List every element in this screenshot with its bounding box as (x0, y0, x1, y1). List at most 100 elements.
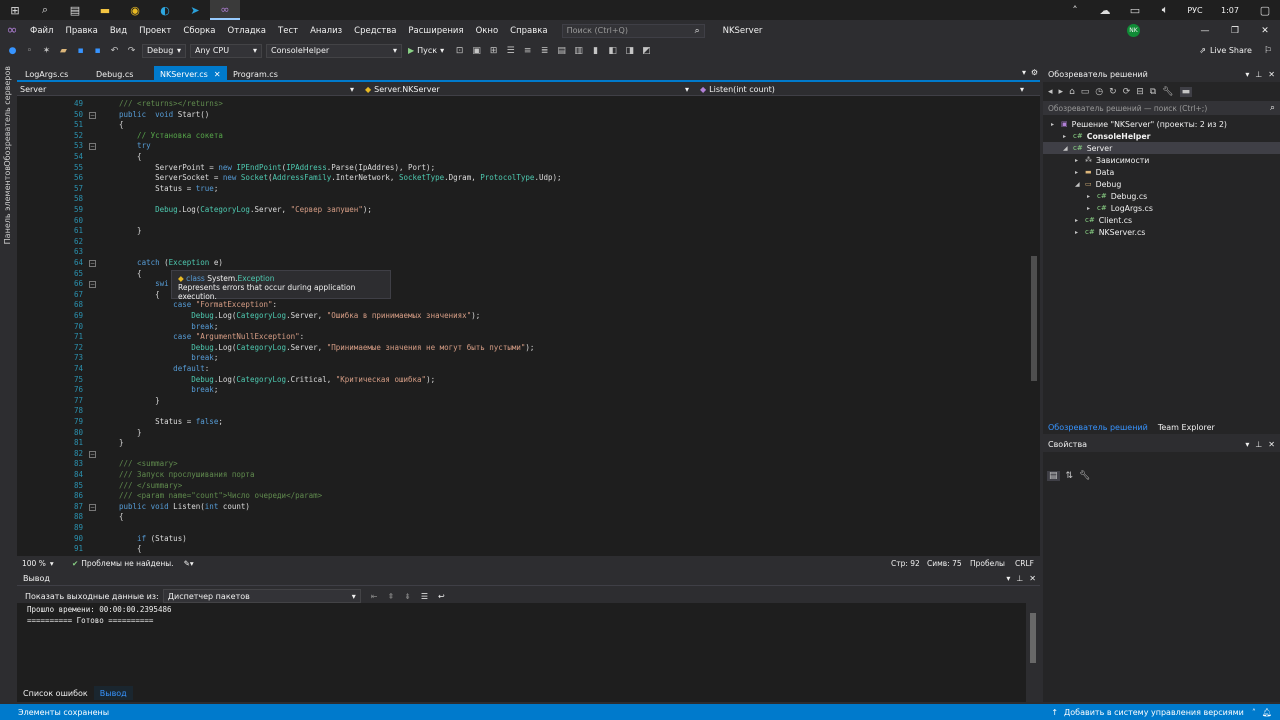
zoom-dropdown[interactable]: 100 % ▾ (17, 559, 72, 568)
collapse-toggle-icon[interactable]: − (89, 503, 96, 511)
clear-bookmarks-icon[interactable]: ◩ (639, 43, 654, 58)
minimize-button[interactable]: — (1190, 26, 1220, 36)
save-icon[interactable]: ▪ (73, 43, 88, 58)
task-view-icon[interactable]: ▤ (60, 0, 90, 20)
eol-indicator[interactable]: CRLF (1015, 559, 1040, 568)
code-line[interactable]: case "FormatException": (119, 300, 277, 311)
pin-icon[interactable]: ⊥ (1255, 70, 1262, 79)
dropdown-icon[interactable]: ▾ (1245, 70, 1249, 79)
run-button[interactable]: ▶ Пуск ▾ (408, 46, 444, 55)
new-project-icon[interactable]: ✶ (39, 43, 54, 58)
menu-item[interactable]: Тест (272, 26, 304, 36)
project-dropdown[interactable]: Server ▾ (17, 83, 357, 95)
code-line[interactable]: } (119, 226, 142, 237)
platform-dropdown[interactable]: Any CPU ▾ (190, 43, 262, 58)
clear-all-icon[interactable]: ☰ (421, 592, 428, 601)
maximize-button[interactable]: ❐ (1220, 26, 1250, 36)
outdent-icon[interactable]: ≣ (537, 43, 552, 58)
configuration-dropdown[interactable]: Debug ▾ (142, 43, 186, 58)
code-line[interactable]: { (119, 152, 142, 163)
expand-arrow-icon[interactable]: ▸ (1075, 217, 1085, 224)
back-icon[interactable]: ● (5, 43, 20, 58)
code-line[interactable]: if (Status) (119, 534, 187, 545)
show-all-files-icon[interactable]: ⧉ (1150, 87, 1156, 97)
tab-solution-explorer[interactable]: Обозреватель решений (1043, 423, 1153, 432)
code-line[interactable]: { (119, 544, 142, 555)
notification-bell-icon[interactable]: 🔔︎ (1262, 708, 1272, 717)
menu-item[interactable]: Средства (348, 26, 402, 36)
indent-icon[interactable]: ≡ (520, 43, 535, 58)
hot-reload-icon[interactable]: ▣ (469, 43, 484, 58)
code-line[interactable]: try (119, 141, 151, 152)
brush-icon[interactable]: ✎▾ (184, 559, 194, 568)
code-line[interactable]: Debug.Log(CategoryLog.Critical, "Критиче… (119, 375, 435, 386)
chrome-icon[interactable]: ◉ (120, 0, 150, 20)
prev-message-icon[interactable]: ⇞ (387, 592, 394, 601)
user-avatar[interactable]: NK (1127, 24, 1140, 37)
dropdown-icon[interactable]: ▾ (1245, 440, 1249, 449)
pin-icon[interactable]: ⊥ (1016, 574, 1023, 583)
menu-item[interactable]: Анализ (304, 26, 348, 36)
live-share-button[interactable]: ⇗ Live Share (1199, 46, 1252, 55)
code-line[interactable]: /// <summary> (119, 459, 178, 470)
uncomment-icon[interactable]: ▥ (571, 43, 586, 58)
feedback-icon[interactable]: ⚐ (1264, 46, 1272, 56)
tree-item[interactable]: ▸ c# LogArgs.cs (1043, 202, 1280, 214)
open-file-icon[interactable]: ▰ (56, 43, 71, 58)
code-line[interactable]: Debug.Log(CategoryLog.Server, "Принимаем… (119, 343, 534, 354)
language-indicator[interactable]: РУС (1180, 6, 1210, 15)
comment-icon[interactable]: ▤ (554, 43, 569, 58)
menu-item[interactable]: Сборка (177, 26, 221, 36)
code-line[interactable]: } (119, 438, 124, 449)
type-dropdown[interactable]: ◆ Server.NKServer ▾ (362, 83, 692, 95)
expand-arrow-icon[interactable]: ◢ (1075, 181, 1085, 188)
tree-item[interactable]: ▸ ▬ Data (1043, 166, 1280, 178)
menu-item[interactable]: Вид (104, 26, 133, 36)
preview-icon[interactable]: ▬ (1179, 87, 1193, 97)
menu-item[interactable]: Расширения (402, 26, 469, 36)
code-line[interactable]: /// <returns></returns> (119, 99, 223, 110)
code-line[interactable]: // Установка сокета (119, 131, 223, 142)
member-dropdown[interactable]: ◆ Listen(int count) ▾ (697, 83, 1027, 95)
code-line[interactable]: } (119, 396, 160, 407)
collapse-toggle-icon[interactable]: − (89, 111, 96, 119)
menu-item[interactable]: Проект (133, 26, 177, 36)
code-line[interactable]: { (119, 290, 160, 301)
collapse-toggle-icon[interactable]: − (89, 450, 96, 458)
startup-project-dropdown[interactable]: ConsoleHelper ▾ (266, 43, 402, 58)
dropdown-icon[interactable]: ▾ (1006, 574, 1010, 583)
code-line[interactable]: case "ArgumentNullException": (119, 332, 304, 343)
forward-icon[interactable]: ◦ (22, 43, 37, 58)
format-icon[interactable]: ⊞ (486, 43, 501, 58)
back-icon[interactable]: ◂ (1048, 87, 1053, 97)
save-all-icon[interactable]: ▪ (90, 43, 105, 58)
tree-item[interactable]: ▸ ▣ Решение "NKServer" (проекты: 2 из 2) (1043, 118, 1280, 130)
forward-icon[interactable]: ▸ (1059, 87, 1064, 97)
code-line[interactable]: ServerSocket = new Socket(AddressFamily.… (119, 173, 561, 184)
chevron-up-icon[interactable]: ˄ (1060, 0, 1090, 20)
expand-arrow-icon[interactable]: ▸ (1075, 157, 1085, 164)
tree-item[interactable]: ▸ c# Debug.cs (1043, 190, 1280, 202)
undo-icon[interactable]: ↶ (107, 43, 122, 58)
code-line[interactable]: swi (119, 279, 169, 290)
menu-item[interactable]: Правка (59, 26, 103, 36)
menu-item[interactable]: Справка (504, 26, 553, 36)
tab-program[interactable]: Program.cs (227, 66, 284, 82)
code-line[interactable]: } (119, 428, 142, 439)
clock[interactable]: 1:07 (1210, 6, 1250, 15)
add-to-source-control[interactable]: Добавить в систему управления версиями (1064, 708, 1244, 717)
switch-views-icon[interactable]: ▭ (1081, 87, 1090, 97)
close-button[interactable]: ✕ (1250, 26, 1280, 36)
code-line[interactable]: /// Запуск прослушивания порта (119, 470, 254, 481)
toolbox-tab[interactable]: Панель элементов (3, 166, 12, 244)
code-line[interactable]: { (119, 269, 142, 280)
visual-studio-icon[interactable]: ∞ (210, 0, 240, 20)
telegram-icon[interactable]: ➤ (180, 0, 210, 20)
close-icon[interactable]: ✕ (1268, 440, 1275, 449)
expand-arrow-icon[interactable]: ▸ (1087, 193, 1097, 200)
alphabetical-icon[interactable]: ⇅ (1066, 471, 1074, 481)
align-left-icon[interactable]: ☰ (503, 43, 518, 58)
column-indicator[interactable]: Симв: 75 (927, 559, 970, 568)
property-pages-icon[interactable]: 🔧︎ (1079, 471, 1090, 481)
menu-item[interactable]: Файл (24, 26, 59, 36)
